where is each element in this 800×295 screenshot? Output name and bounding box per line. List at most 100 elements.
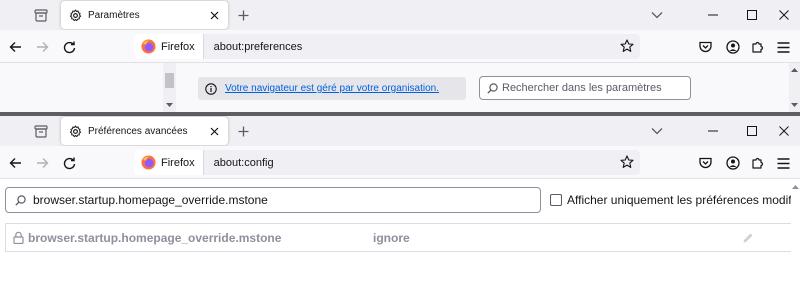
star-bookmark-icon[interactable] bbox=[619, 154, 635, 170]
config-search-box[interactable] bbox=[5, 187, 541, 213]
firefox-logo-icon bbox=[141, 39, 156, 54]
reload-button[interactable] bbox=[58, 152, 80, 174]
minimize-icon bbox=[708, 14, 718, 16]
navigation-toolbar: Firefox about:preferences bbox=[0, 30, 800, 63]
identity-box[interactable]: Firefox bbox=[134, 34, 204, 59]
star-bookmark-icon[interactable] bbox=[619, 38, 635, 54]
arrow-right-icon bbox=[36, 158, 48, 168]
puzzle-icon bbox=[752, 157, 764, 169]
forward-button[interactable] bbox=[31, 36, 53, 58]
close-tab-icon[interactable] bbox=[207, 124, 221, 138]
back-button[interactable] bbox=[4, 36, 26, 58]
list-all-tabs-button[interactable] bbox=[646, 4, 668, 26]
url-text[interactable]: about:preferences bbox=[214, 41, 303, 53]
arrow-left-icon bbox=[9, 42, 21, 52]
scrollbar-thumb[interactable] bbox=[165, 73, 174, 88]
close-window-button[interactable] bbox=[773, 4, 795, 26]
table-row[interactable]: browser.startup.homepage_override.mstone… bbox=[5, 223, 796, 252]
config-content: Afficher uniquement les préférences modi… bbox=[0, 179, 800, 295]
plus-icon bbox=[238, 126, 248, 136]
category-scrollbar[interactable] bbox=[163, 63, 176, 112]
account-button[interactable] bbox=[722, 36, 744, 58]
hamburger-menu-icon bbox=[777, 41, 789, 53]
pref-value: ignore bbox=[373, 230, 410, 245]
show-modified-only-label[interactable]: Afficher uniquement les préférences modi… bbox=[567, 193, 800, 207]
minimize-button[interactable] bbox=[702, 4, 724, 26]
firefox-view-icon bbox=[34, 8, 48, 22]
show-modified-only-checkbox[interactable] bbox=[550, 194, 562, 206]
arrow-left-icon bbox=[9, 158, 21, 168]
list-all-tabs-button[interactable] bbox=[646, 120, 668, 142]
pref-name: browser.startup.homepage_override.mstone bbox=[28, 230, 282, 245]
page-scrollbar[interactable] bbox=[791, 179, 800, 295]
page-scrollbar[interactable] bbox=[789, 63, 800, 112]
extensions-button[interactable] bbox=[747, 36, 769, 58]
account-icon bbox=[726, 40, 740, 54]
navigation-toolbar: Firefox about:config bbox=[0, 146, 800, 179]
close-icon bbox=[779, 126, 789, 136]
firefox-view-button[interactable] bbox=[30, 5, 52, 25]
policy-link[interactable]: Votre navigateur est géré par votre orga… bbox=[225, 83, 439, 94]
config-window: Préférences avancées Firefox about:confi… bbox=[0, 116, 800, 295]
pocket-button[interactable] bbox=[694, 152, 716, 174]
scroll-up-arrow-icon[interactable] bbox=[790, 66, 799, 74]
reload-icon bbox=[63, 157, 75, 169]
pocket-icon bbox=[698, 157, 712, 169]
account-button[interactable] bbox=[722, 152, 744, 174]
lock-icon bbox=[12, 231, 24, 245]
show-modified-only-toggle[interactable]: Afficher uniquement les préférences modi… bbox=[550, 193, 800, 207]
gear-icon bbox=[68, 124, 82, 138]
identity-label: Firefox bbox=[161, 156, 195, 169]
identity-box[interactable]: Firefox bbox=[134, 150, 204, 175]
pocket-button[interactable] bbox=[694, 36, 716, 58]
reload-button[interactable] bbox=[58, 36, 80, 58]
preferences-content: Votre navigateur est géré par votre orga… bbox=[0, 63, 800, 112]
edit-pencil-icon[interactable] bbox=[739, 229, 757, 247]
tab-strip: Préférences avancées bbox=[0, 116, 800, 146]
url-bar[interactable]: Firefox about:config bbox=[134, 150, 640, 175]
reload-icon bbox=[63, 41, 75, 53]
preferences-search-box[interactable] bbox=[479, 76, 691, 100]
url-text[interactable]: about:config bbox=[214, 157, 274, 169]
identity-label: Firefox bbox=[161, 40, 195, 53]
scroll-down-arrow-icon[interactable] bbox=[165, 101, 174, 109]
puzzle-icon bbox=[752, 41, 764, 53]
search-icon bbox=[486, 82, 498, 94]
firefox-logo-icon bbox=[141, 155, 156, 170]
arrow-right-icon bbox=[36, 42, 48, 52]
url-bar[interactable]: Firefox about:preferences bbox=[134, 34, 640, 59]
pocket-icon bbox=[698, 41, 712, 53]
extensions-button[interactable] bbox=[747, 152, 769, 174]
close-icon bbox=[779, 10, 789, 20]
maximize-button[interactable] bbox=[741, 4, 763, 26]
back-button[interactable] bbox=[4, 152, 26, 174]
minimize-icon bbox=[708, 130, 718, 132]
forward-button[interactable] bbox=[31, 152, 53, 174]
hamburger-menu-icon bbox=[777, 157, 789, 169]
info-icon bbox=[205, 82, 217, 95]
gear-icon bbox=[68, 8, 82, 22]
maximize-icon bbox=[747, 10, 757, 20]
preferences-search-input[interactable] bbox=[502, 82, 687, 94]
firefox-view-button[interactable] bbox=[30, 121, 52, 141]
new-tab-button[interactable] bbox=[233, 121, 253, 141]
search-icon bbox=[14, 194, 26, 206]
account-icon bbox=[726, 156, 740, 170]
scroll-up-arrow-icon[interactable] bbox=[791, 183, 800, 191]
tab-preferences[interactable]: Paramètres bbox=[61, 1, 228, 29]
maximize-icon bbox=[747, 126, 757, 136]
minimize-button[interactable] bbox=[702, 120, 724, 142]
scroll-down-arrow-icon[interactable] bbox=[790, 101, 799, 109]
tab-title: Paramètres bbox=[88, 9, 140, 21]
tab-strip: Paramètres bbox=[0, 0, 800, 30]
chevron-down-icon bbox=[651, 128, 663, 135]
close-tab-icon[interactable] bbox=[207, 8, 221, 22]
menu-button[interactable] bbox=[772, 36, 794, 58]
config-search-input[interactable] bbox=[33, 193, 533, 207]
new-tab-button[interactable] bbox=[233, 5, 253, 25]
tab-advanced-preferences[interactable]: Préférences avancées bbox=[61, 117, 228, 145]
maximize-button[interactable] bbox=[741, 120, 763, 142]
menu-button[interactable] bbox=[772, 152, 794, 174]
close-window-button[interactable] bbox=[773, 120, 795, 142]
plus-icon bbox=[238, 10, 248, 20]
